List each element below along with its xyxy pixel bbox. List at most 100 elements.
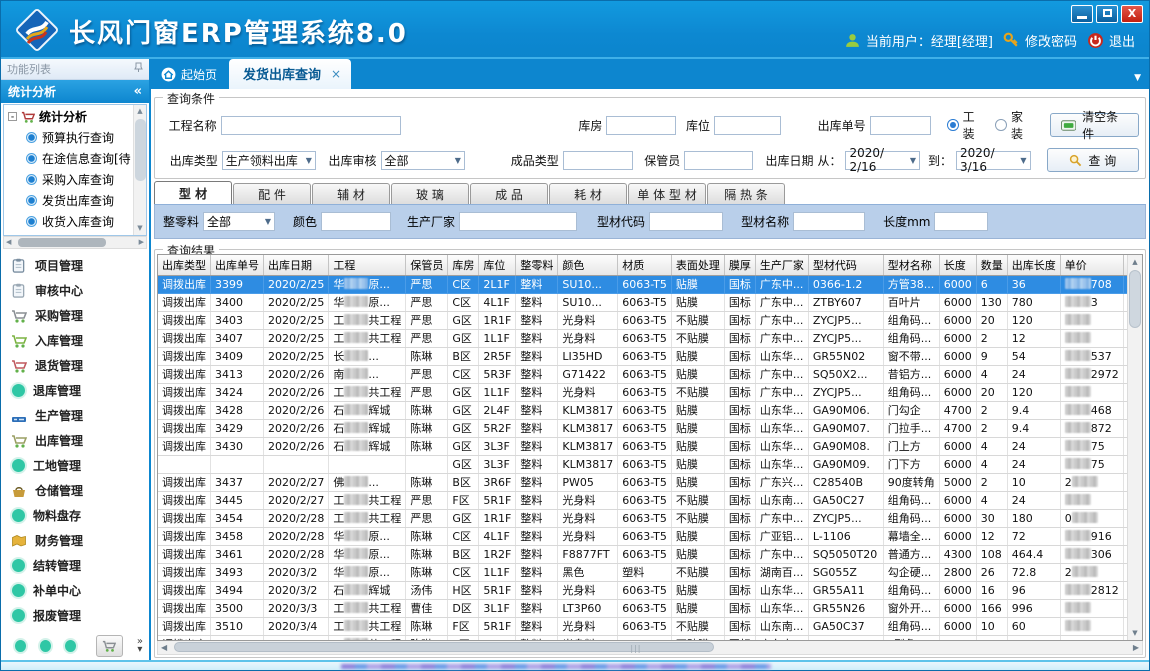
column-header[interactable]: 出库单号	[211, 255, 264, 275]
whole-part-select[interactable]: 全部▼	[203, 212, 275, 231]
tree-item[interactable]: 预算执行查询	[4, 127, 146, 148]
material-tab-4[interactable]: 玻 璃	[391, 183, 469, 204]
maximize-button[interactable]	[1096, 5, 1118, 23]
profile-code-input[interactable]	[649, 212, 723, 231]
material-tab-3[interactable]: 辅 材	[312, 183, 390, 204]
table-row[interactable]: 调拨出库34092020/2/25长...陈琳B区2R5F整料LI35HD606…	[158, 347, 1127, 365]
tree-item[interactable]: 在途信息查询[待	[4, 148, 146, 169]
sidebar-item-2[interactable]: 审核中心	[1, 278, 149, 303]
sidebar-item-7[interactable]: 生产管理	[1, 403, 149, 428]
clear-conditions-button[interactable]: 清空条件	[1050, 113, 1139, 137]
sidebar-item-8[interactable]: 出库管理	[1, 428, 149, 453]
column-header[interactable]: 出库长度	[1007, 255, 1060, 275]
close-button[interactable]: X	[1121, 5, 1143, 23]
tree-item[interactable]: 收货入库查询	[4, 211, 146, 232]
scroll-up-icon[interactable]: ▲	[1128, 255, 1142, 269]
date-from-picker[interactable]: 2020/ 2/16▼	[845, 151, 920, 170]
column-header[interactable]: 长度	[939, 255, 976, 275]
change-password-button[interactable]: 修改密码	[1003, 31, 1077, 50]
table-row[interactable]: 调拨出库33992020/2/25华原...严思C区2L1F整料SU10...6…	[158, 275, 1127, 293]
scroll-up-icon[interactable]: ▲	[134, 105, 146, 118]
table-row[interactable]: 调拨出库34582020/2/28华原...陈琳C区4L1F整料光身料6063-…	[158, 527, 1127, 545]
color-input[interactable]	[321, 212, 391, 231]
scroll-down-icon[interactable]: ▼	[1128, 626, 1142, 640]
sidebar-item-13[interactable]: 结转管理	[1, 553, 149, 578]
material-tab-8[interactable]: 隔 热 条	[707, 183, 785, 204]
column-header[interactable]: 材质	[618, 255, 672, 275]
tree-root[interactable]: - 统计分析	[4, 105, 146, 127]
table-row[interactable]: 调拨出库34942020/3/2石辉城汤伟H区5R1F整料光身料6063-T5贴…	[158, 581, 1127, 599]
table-row[interactable]: 调拨出库34242020/2/26工共工程严思G区1L1F整料光身料6063-T…	[158, 383, 1127, 401]
product-type-input[interactable]	[563, 151, 634, 170]
table-row[interactable]: 调拨出库34612020/2/28华原...陈琳B区1R2F整料F8877FT6…	[158, 545, 1127, 563]
column-header[interactable]: 型材名称	[883, 255, 939, 275]
table-row[interactable]: 调拨出库34282020/2/26石辉城陈琳G区2L4F整料KLM3817606…	[158, 401, 1127, 419]
column-header[interactable]: 颜色	[558, 255, 618, 275]
column-header[interactable]: 表面处理	[671, 255, 724, 275]
section-header-statistics[interactable]: 统计分析 «	[1, 80, 149, 103]
keeper-input[interactable]	[684, 151, 753, 170]
sidebar-item-6[interactable]: 退库管理	[1, 378, 149, 403]
table-row[interactable]: 调拨出库34302020/2/26石辉城陈琳G区3L3F整料KLM3817606…	[158, 437, 1127, 455]
material-tab-1[interactable]: 型 材	[154, 181, 232, 204]
table-row[interactable]: 调拨出库35122020/3/4工共工程陈琳F区1L2F整料光身料6063-T5…	[158, 635, 1127, 640]
date-to-picker[interactable]: 2020/ 3/16▼	[956, 151, 1031, 170]
collapse-icon[interactable]: «	[134, 84, 142, 99]
table-row[interactable]: 调拨出库34932020/3/2华原...陈琳C区1L1F整料黑色塑料不贴膜国标…	[158, 563, 1127, 581]
material-tab-6[interactable]: 耗 材	[549, 183, 627, 204]
module-dot-icon[interactable]	[65, 640, 76, 652]
column-header[interactable]: 膜厚	[724, 255, 755, 275]
manufacturer-input[interactable]	[459, 212, 577, 231]
pin-icon[interactable]	[134, 62, 143, 76]
sidebar-item-3[interactable]: 采购管理	[1, 303, 149, 328]
sidebar-item-10[interactable]: 仓储管理	[1, 478, 149, 503]
column-header[interactable]: 工程	[329, 255, 406, 275]
tab-shipping-outbound-query[interactable]: 发货出库查询 ×	[229, 59, 351, 89]
scroll-right-icon[interactable]: ▶	[1133, 642, 1139, 653]
tree-expander-icon[interactable]: -	[8, 112, 17, 121]
sidebar-item-1[interactable]: 项目管理	[1, 253, 149, 278]
radio-gongzhuang[interactable]: 工装	[947, 108, 985, 142]
tree-hscrollbar[interactable]: ◀ ▶	[3, 236, 147, 249]
column-header[interactable]: 型材代码	[808, 255, 883, 275]
location-input[interactable]	[714, 116, 781, 135]
sidebar-item-4[interactable]: 入库管理	[1, 328, 149, 353]
column-header[interactable]: 单价	[1060, 255, 1123, 275]
material-tab-7[interactable]: 单 体 型 材	[628, 183, 706, 204]
column-header[interactable]: 库房	[448, 255, 479, 275]
tree-item[interactable]: 发货出库查询	[4, 190, 146, 211]
table-row[interactable]: 调拨出库34292020/2/26石辉城陈琳G区5R2F整料KLM3817606…	[158, 419, 1127, 437]
out-audit-select[interactable]: 全部▼	[381, 151, 465, 170]
tab-close-icon[interactable]: ×	[331, 67, 341, 81]
material-tab-5[interactable]: 成 品	[470, 183, 548, 204]
outbound-no-input[interactable]	[870, 116, 931, 135]
radio-jiazhuang[interactable]: 家装	[995, 108, 1033, 142]
minimize-button[interactable]	[1071, 5, 1093, 23]
material-tab-2[interactable]: 配 件	[233, 183, 311, 204]
table-row[interactable]: G区3L3F整料KLM38176063-T5贴膜国标山东华...GA90M09.…	[158, 455, 1127, 473]
column-header[interactable]: 数量	[976, 255, 1007, 275]
sidebar-item-5[interactable]: 退货管理	[1, 353, 149, 378]
warehouse-input[interactable]	[606, 116, 675, 135]
module-dot-icon[interactable]	[15, 640, 26, 652]
table-row[interactable]: 调拨出库35102020/3/4工共工程陈琳F区5R1F整料光身料6063-T5…	[158, 617, 1127, 635]
table-row[interactable]: 调拨出库34002020/2/25华原...严思C区4L1F整料SU10...6…	[158, 293, 1127, 311]
scroll-left-icon[interactable]: ◀	[6, 237, 11, 248]
table-row[interactable]: 调拨出库34072020/2/25工共工程严思G区1L1F整料光身料6063-T…	[158, 329, 1127, 347]
table-row[interactable]: 调拨出库34132020/2/26南...严思C区5R3F整料G71422606…	[158, 365, 1127, 383]
tab-home[interactable]: 起始页	[151, 66, 229, 89]
sidebar-item-14[interactable]: 补单中心	[1, 578, 149, 603]
sidebar-item-15[interactable]: 报废管理	[1, 603, 149, 628]
tree-scrollbar[interactable]: ▲ ▼	[133, 105, 146, 235]
table-row[interactable]: 调拨出库34542020/2/28工共工程严思G区1R1F整料光身料6063-T…	[158, 509, 1127, 527]
logout-button[interactable]: 退出	[1087, 31, 1135, 50]
length-input[interactable]	[934, 212, 988, 231]
column-header[interactable]: 出库日期	[264, 255, 329, 275]
scroll-left-icon[interactable]: ◀	[161, 642, 167, 653]
sidebar-item-11[interactable]: 物料盘存	[1, 503, 149, 528]
table-row[interactable]: 调拨出库34372020/2/27佛...陈琳B区3R6F整料PW056063-…	[158, 473, 1127, 491]
table-row[interactable]: 调拨出库34452020/2/27工共工程严思F区5R1F整料光身料6063-T…	[158, 491, 1127, 509]
profile-name-input[interactable]	[793, 212, 865, 231]
tree-item[interactable]: 采购入库查询	[4, 169, 146, 190]
sidebar-item-12[interactable]: 财务管理	[1, 528, 149, 553]
